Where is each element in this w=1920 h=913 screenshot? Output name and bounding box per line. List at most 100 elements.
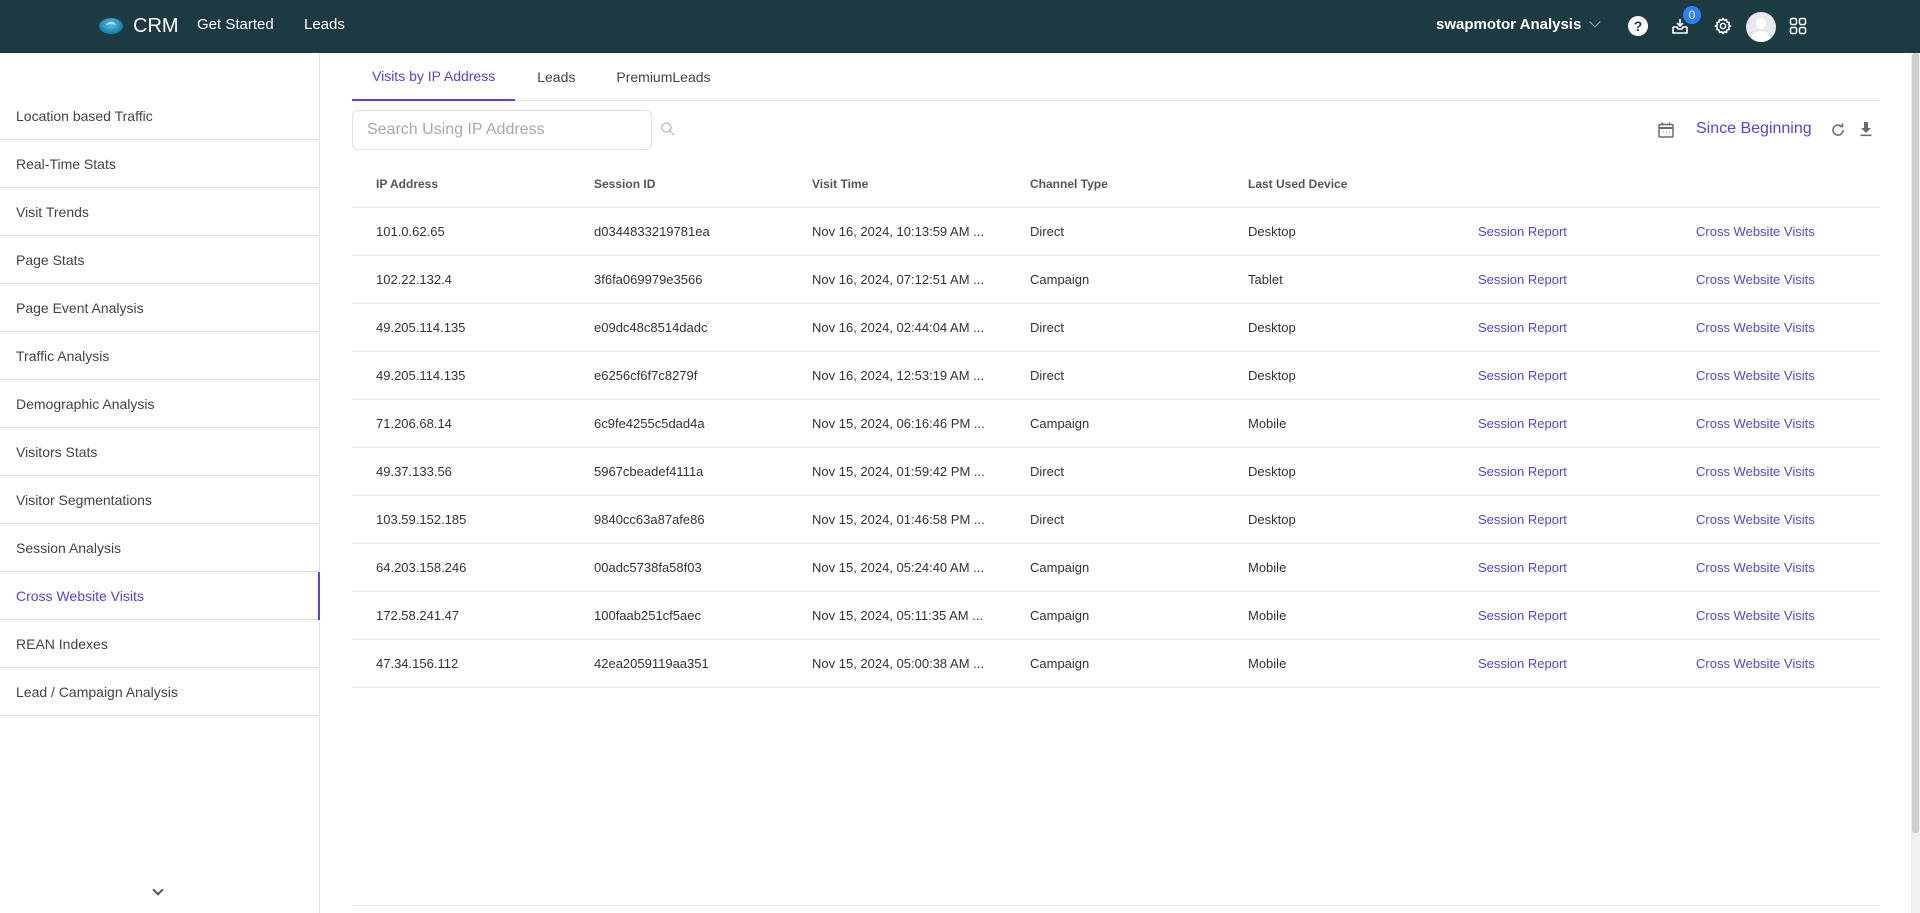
cross-website-visits-link[interactable]: Cross Website Visits [1672,320,1880,335]
table-row: 49.205.114.135 e6256cf6f7c8279f Nov 16, 20… [352,352,1880,400]
table-row: 172.58.241.47 100faab251cf5aec Nov 15, 202… [352,592,1880,640]
session-report-link[interactable]: Session Report [1454,608,1672,623]
session-report-link[interactable]: Session Report [1454,416,1672,431]
channel-type-cell: Direct [1030,320,1064,335]
header-visit-time[interactable]: Visit Time [788,177,1006,191]
header-channel-type[interactable]: Channel Type [1006,177,1224,191]
scrollbar-thumb[interactable] [1912,53,1919,833]
search-icon[interactable] [660,121,676,137]
tab-bar: Visits by IP Address Leads PremiumLeads [352,53,1880,101]
avatar[interactable] [1746,12,1776,42]
header-session-id[interactable]: Session ID [570,177,788,191]
device-cell: Desktop [1248,320,1296,335]
channel-type-cell: Campaign [1030,272,1090,287]
nav-get-started[interactable]: Get Started [197,16,274,33]
sidebar-item-page-event-analysis[interactable]: Page Event Analysis [0,284,319,332]
device-cell: Desktop [1248,512,1296,527]
sidebar-item-visitors-stats[interactable]: Visitors Stats [0,428,319,476]
session-report-link[interactable]: Session Report [1454,320,1672,335]
session-id-cell: 5967cbeadef4111a [594,464,704,479]
sidebar-item-rean-indexes[interactable]: REAN Indexes [0,620,319,668]
session-report-link[interactable]: Session Report [1454,464,1672,479]
session-id-cell: e6256cf6f7c8279f [594,368,698,383]
cross-website-visits-link[interactable]: Cross Website Visits [1672,608,1880,623]
session-id-cell: 100faab251cf5aec [594,608,701,623]
session-report-link[interactable]: Session Report [1454,656,1672,671]
ip-address-cell: 71.206.68.14 [376,416,452,431]
header-ip-address[interactable]: IP Address [352,177,570,191]
tab-visits-by-ip[interactable]: Visits by IP Address [352,53,516,101]
chevron-down-icon[interactable] [152,884,164,896]
sidebar-item-page-stats[interactable]: Page Stats [0,236,319,284]
ip-address-cell: 64.203.158.246 [376,560,467,575]
session-report-link[interactable]: Session Report [1454,272,1672,287]
table-row: 47.34.156.112 42ea2059119aa351 Nov 15, 202… [352,640,1880,688]
channel-type-cell: Direct [1030,368,1064,383]
table-row: 49.37.133.56 5967cbeadef4111a Nov 15, 2024… [352,448,1880,496]
cross-website-visits-link[interactable]: Cross Website Visits [1672,512,1880,527]
cross-website-visits-link[interactable]: Cross Website Visits [1672,224,1880,239]
session-report-link[interactable]: Session Report [1454,224,1672,239]
sidebar-item-visitor-segmentations[interactable]: Visitor Segmentations [0,476,319,524]
top-navbar: CRM Get Started Leads swapmotor Analysis… [0,0,1920,53]
device-cell: Tablet [1248,272,1283,287]
session-id-cell: d0344833219781ea [594,224,710,239]
sidebar: Location based Traffic Real-Time Stats V… [0,53,320,913]
sidebar-item-demographic-analysis[interactable]: Demographic Analysis [0,380,319,428]
tab-premium-leads[interactable]: PremiumLeads [596,53,730,101]
cross-website-visits-link[interactable]: Cross Website Visits [1672,560,1880,575]
header-last-used-device[interactable]: Last Used Device [1224,177,1454,191]
sidebar-item-location-based-traffic[interactable]: Location based Traffic [0,92,319,140]
cross-website-visits-link[interactable]: Cross Website Visits [1672,464,1880,479]
session-report-link[interactable]: Session Report [1454,560,1672,575]
chevron-down-icon [1589,16,1601,28]
table-row: 64.203.158.246 00adc5738fa58f03 Nov 15, 20… [352,544,1880,592]
session-id-cell: 00adc5738fa58f03 [594,560,702,575]
logo-icon [99,18,123,34]
help-glyph: ? [1628,16,1648,36]
session-id-cell: 42ea2059119aa351 [594,656,709,671]
divider [352,905,1880,906]
session-id-cell: 3f6fa069979e3566 [594,272,703,287]
visit-time-cell: Nov 15, 2024, 01:46:58 PM ... [812,512,985,527]
device-cell: Mobile [1248,656,1287,671]
channel-type-cell: Campaign [1030,656,1090,671]
page-scrollbar[interactable] [1911,53,1920,913]
refresh-icon[interactable] [1830,122,1846,138]
cross-website-visits-link[interactable]: Cross Website Visits [1672,656,1880,671]
sidebar-item-lead-campaign-analysis[interactable]: Lead / Campaign Analysis [0,668,319,716]
sidebar-item-traffic-analysis[interactable]: Traffic Analysis [0,332,319,380]
nav-leads[interactable]: Leads [304,16,345,33]
gear-icon[interactable] [1711,14,1735,38]
cross-website-visits-link[interactable]: Cross Website Visits [1672,368,1880,383]
visit-time-cell: Nov 16, 2024, 12:53:19 AM ... [812,368,985,383]
sidebar-item-session-analysis[interactable]: Session Analysis [0,524,319,572]
ip-address-cell: 49.205.114.135 [376,320,466,335]
date-range-selector[interactable]: Since Beginning [1696,120,1812,138]
org-selector[interactable]: swapmotor Analysis [1436,16,1601,33]
device-cell: Mobile [1248,608,1287,623]
search-input[interactable] [352,110,652,150]
session-report-link[interactable]: Session Report [1454,512,1672,527]
sidebar-item-real-time-stats[interactable]: Real-Time Stats [0,140,319,188]
calendar-icon[interactable] [1657,121,1675,139]
visit-time-cell: Nov 15, 2024, 06:16:46 PM ... [812,416,985,431]
device-cell: Mobile [1248,416,1287,431]
cross-website-visits-link[interactable]: Cross Website Visits [1672,416,1880,431]
brand[interactable]: CRM [99,13,179,39]
channel-type-cell: Campaign [1030,608,1090,623]
tab-leads[interactable]: Leads [515,53,596,101]
session-report-link[interactable]: Session Report [1454,368,1672,383]
sidebar-item-visit-trends[interactable]: Visit Trends [0,188,319,236]
help-icon[interactable]: ? [1626,14,1650,38]
inbox-badge: 0 [1683,6,1701,24]
brand-name: CRM [133,14,179,37]
sidebar-item-cross-website-visits[interactable]: Cross Website Visits [0,572,320,620]
session-id-cell: e09dc48c8514dadc [594,320,708,335]
apps-grid-icon[interactable] [1786,14,1810,38]
cross-website-visits-link[interactable]: Cross Website Visits [1672,272,1880,287]
table-row: 71.206.68.14 6c9fe4255c5dad4a Nov 15, 2024… [352,400,1880,448]
sidebar-list: Location based Traffic Real-Time Stats V… [0,92,320,716]
channel-type-cell: Campaign [1030,560,1090,575]
download-icon[interactable] [1858,121,1874,137]
